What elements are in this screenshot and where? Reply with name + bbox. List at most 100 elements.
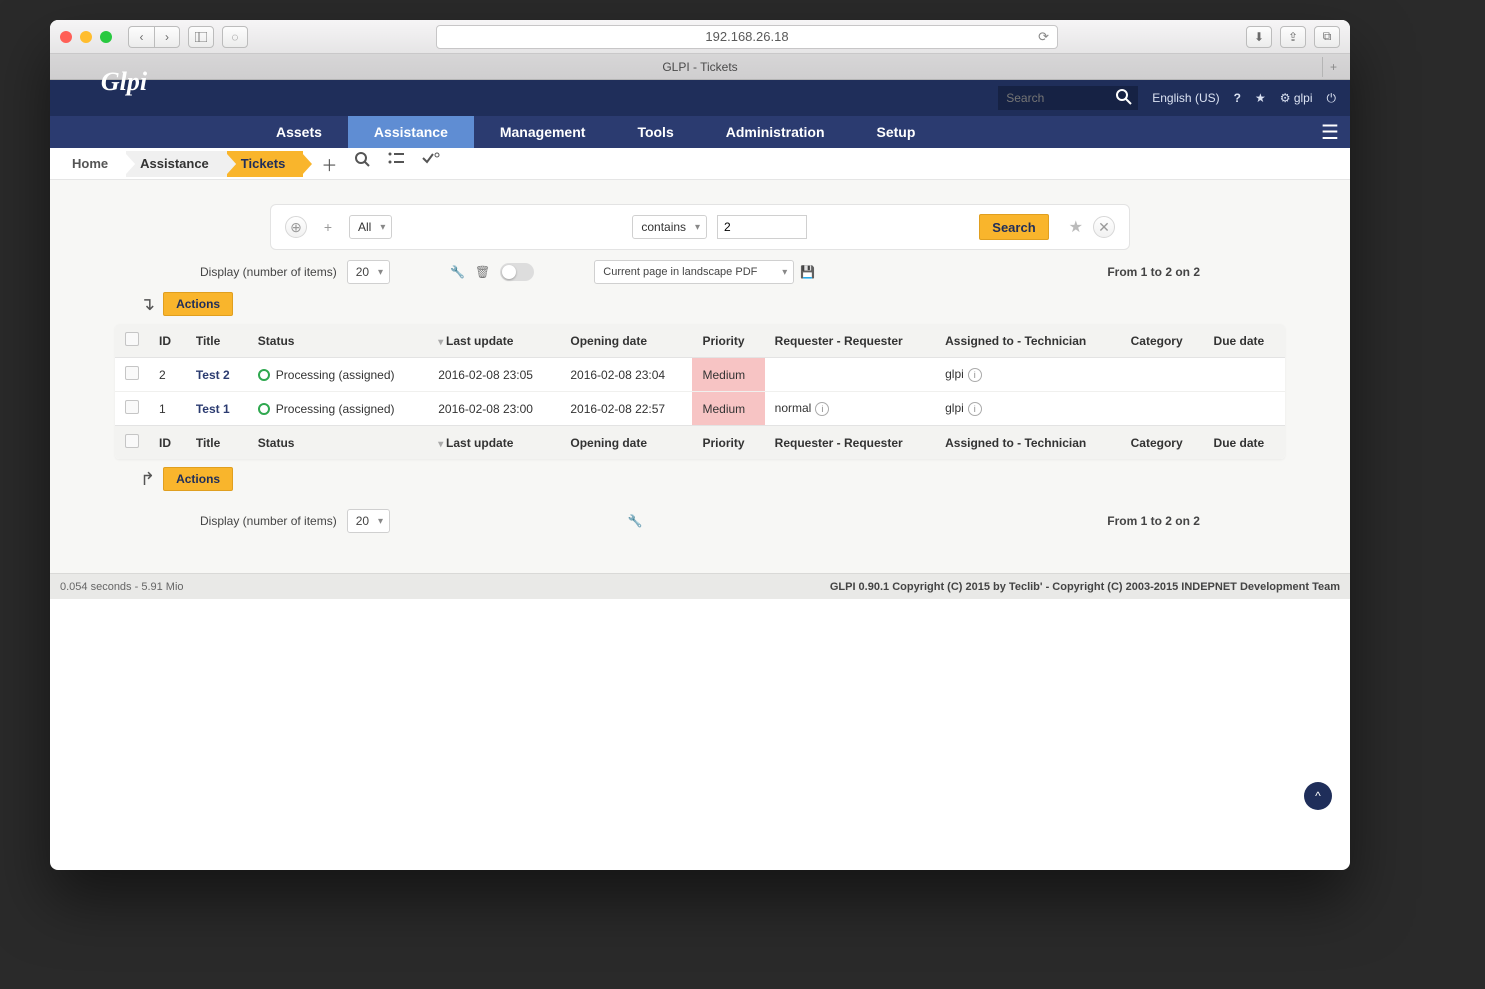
select-all-checkbox[interactable]	[125, 434, 139, 448]
forward-button[interactable]: ›	[154, 26, 180, 48]
cell-open: 2016-02-08 22:57	[560, 392, 692, 426]
help-icon[interactable]: ?	[1234, 91, 1241, 105]
crumb-home[interactable]: Home	[58, 151, 126, 177]
window-zoom-icon[interactable]	[100, 31, 112, 43]
tab-title[interactable]: GLPI - Tickets	[662, 60, 737, 74]
cell-due	[1204, 358, 1285, 392]
list-icon[interactable]	[388, 152, 404, 176]
status-icon	[258, 369, 270, 381]
validate-icon[interactable]	[422, 152, 440, 176]
wrench-icon[interactable]: 🔧	[628, 514, 643, 528]
col-last-update[interactable]: Last update	[428, 324, 560, 358]
footer-right: GLPI 0.90.1 Copyright (C) 2015 by Teclib…	[830, 581, 1340, 593]
search-tool-icon[interactable]	[355, 152, 370, 176]
arrow-down-icon: ↴	[140, 294, 155, 315]
col-id[interactable]: ID	[149, 324, 186, 358]
toggle-switch[interactable]	[500, 263, 534, 281]
result-range: From 1 to 2 on 2	[1107, 265, 1200, 279]
operator-select[interactable]: contains	[632, 215, 707, 239]
bookmark-icon[interactable]: ★	[1255, 91, 1266, 105]
nav-assistance[interactable]: Assistance	[348, 116, 474, 148]
info-icon[interactable]: i	[968, 402, 982, 416]
col-title[interactable]: Title	[186, 324, 248, 358]
cell-requester	[765, 358, 935, 392]
add-icon[interactable]: ＋	[321, 152, 337, 176]
export-format-select[interactable]: Current page in landscape PDF	[594, 260, 794, 284]
search-icon[interactable]	[1116, 89, 1132, 105]
share-icon[interactable]: ⇪	[1280, 26, 1306, 48]
back-button[interactable]: ‹	[128, 26, 154, 48]
language-link[interactable]: English (US)	[1152, 91, 1219, 105]
value-input[interactable]	[717, 215, 807, 239]
url-bar[interactable]: 192.168.26.18 ⟳	[436, 25, 1058, 49]
col-assignee[interactable]: Assigned to - Technician	[935, 324, 1121, 358]
result-range: From 1 to 2 on 2	[1107, 514, 1200, 528]
info-icon[interactable]: i	[815, 402, 829, 416]
glpi-logo[interactable]: Glpi	[64, 59, 184, 105]
footer-left: 0.054 seconds - 5.91 Mio	[60, 581, 184, 593]
content-area: ⊕ + All contains Search ★ ✕ Display (num…	[50, 180, 1350, 573]
table-row: 2 Test 2 Processing (assigned) 2016-02-0…	[115, 358, 1285, 392]
crumb-tickets[interactable]: Tickets	[227, 151, 304, 177]
hamburger-icon[interactable]: ☰	[1310, 116, 1350, 148]
compass-icon[interactable]: ◌	[222, 26, 248, 48]
ticket-link[interactable]: Test 1	[196, 402, 230, 416]
cell-category	[1121, 358, 1204, 392]
prefs-link[interactable]: ⚙ glpi	[1280, 91, 1313, 105]
col-due-date[interactable]: Due date	[1204, 324, 1285, 358]
cell-category	[1121, 392, 1204, 426]
scroll-top-button[interactable]: ^	[1304, 782, 1332, 810]
ticket-link[interactable]: Test 2	[196, 368, 230, 382]
table-row: 1 Test 1 Processing (assigned) 2016-02-0…	[115, 392, 1285, 426]
reset-icon[interactable]: ✕	[1093, 216, 1115, 238]
col-requester[interactable]: Requester - Requester	[765, 324, 935, 358]
sidebar-icon[interactable]	[188, 26, 214, 48]
crumb-assistance[interactable]: Assistance	[126, 151, 227, 177]
row-checkbox[interactable]	[125, 400, 139, 414]
save-icon[interactable]: 💾	[800, 265, 815, 279]
col-priority[interactable]: Priority	[692, 324, 764, 358]
cell-id: 1	[149, 392, 186, 426]
cell-id: 2	[149, 358, 186, 392]
nav-assets[interactable]: Assets	[250, 116, 348, 148]
nav-management[interactable]: Management	[474, 116, 612, 148]
reload-icon[interactable]: ⟳	[1038, 29, 1049, 45]
items-per-page-select[interactable]: 20	[347, 260, 390, 284]
tickets-table: ID Title Status Last update Opening date…	[115, 324, 1285, 459]
info-icon[interactable]: i	[968, 368, 982, 382]
col-category[interactable]: Category	[1121, 324, 1204, 358]
items-per-page-select[interactable]: 20	[347, 509, 390, 533]
star-icon[interactable]: ★	[1069, 217, 1083, 237]
nav-setup[interactable]: Setup	[851, 116, 942, 148]
trash-icon[interactable]: 🗑	[475, 265, 490, 279]
display-label: Display (number of items)	[200, 514, 337, 528]
cell-status: Processing (assigned)	[276, 402, 395, 416]
col-opening-date[interactable]: Opening date	[560, 324, 692, 358]
row-checkbox[interactable]	[125, 366, 139, 380]
search-button[interactable]: Search	[979, 214, 1048, 240]
actions-row-top: ↴ Actions	[140, 292, 1350, 316]
status-icon	[258, 403, 270, 415]
col-status[interactable]: Status	[248, 324, 428, 358]
nav-administration[interactable]: Administration	[700, 116, 851, 148]
new-tab-button[interactable]: +	[1322, 57, 1344, 77]
window-minimize-icon[interactable]	[80, 31, 92, 43]
table-footer-row: ID Title Status Last update Opening date…	[115, 426, 1285, 460]
cell-status: Processing (assigned)	[276, 368, 395, 382]
tabs-icon[interactable]: ⧉	[1314, 26, 1340, 48]
actions-button-bottom[interactable]: Actions	[163, 467, 233, 491]
add-group-icon[interactable]: +	[317, 216, 339, 238]
field-select[interactable]: All	[349, 215, 392, 239]
cell-assignee: glpi	[945, 401, 964, 415]
display-label: Display (number of items)	[200, 265, 337, 279]
logout-icon[interactable]: ⏻	[1327, 91, 1337, 106]
cell-priority: Medium	[692, 392, 764, 426]
nav-tools[interactable]: Tools	[611, 116, 699, 148]
display-options-bar: Display (number of items) 20 🔧 🗑 Current…	[200, 260, 1200, 284]
window-close-icon[interactable]	[60, 31, 72, 43]
actions-button-top[interactable]: Actions	[163, 292, 233, 316]
select-all-checkbox[interactable]	[125, 332, 139, 346]
wrench-icon[interactable]: 🔧	[450, 265, 465, 279]
downloads-icon[interactable]: ⬇	[1246, 26, 1272, 48]
add-rule-icon[interactable]: ⊕	[285, 216, 307, 238]
